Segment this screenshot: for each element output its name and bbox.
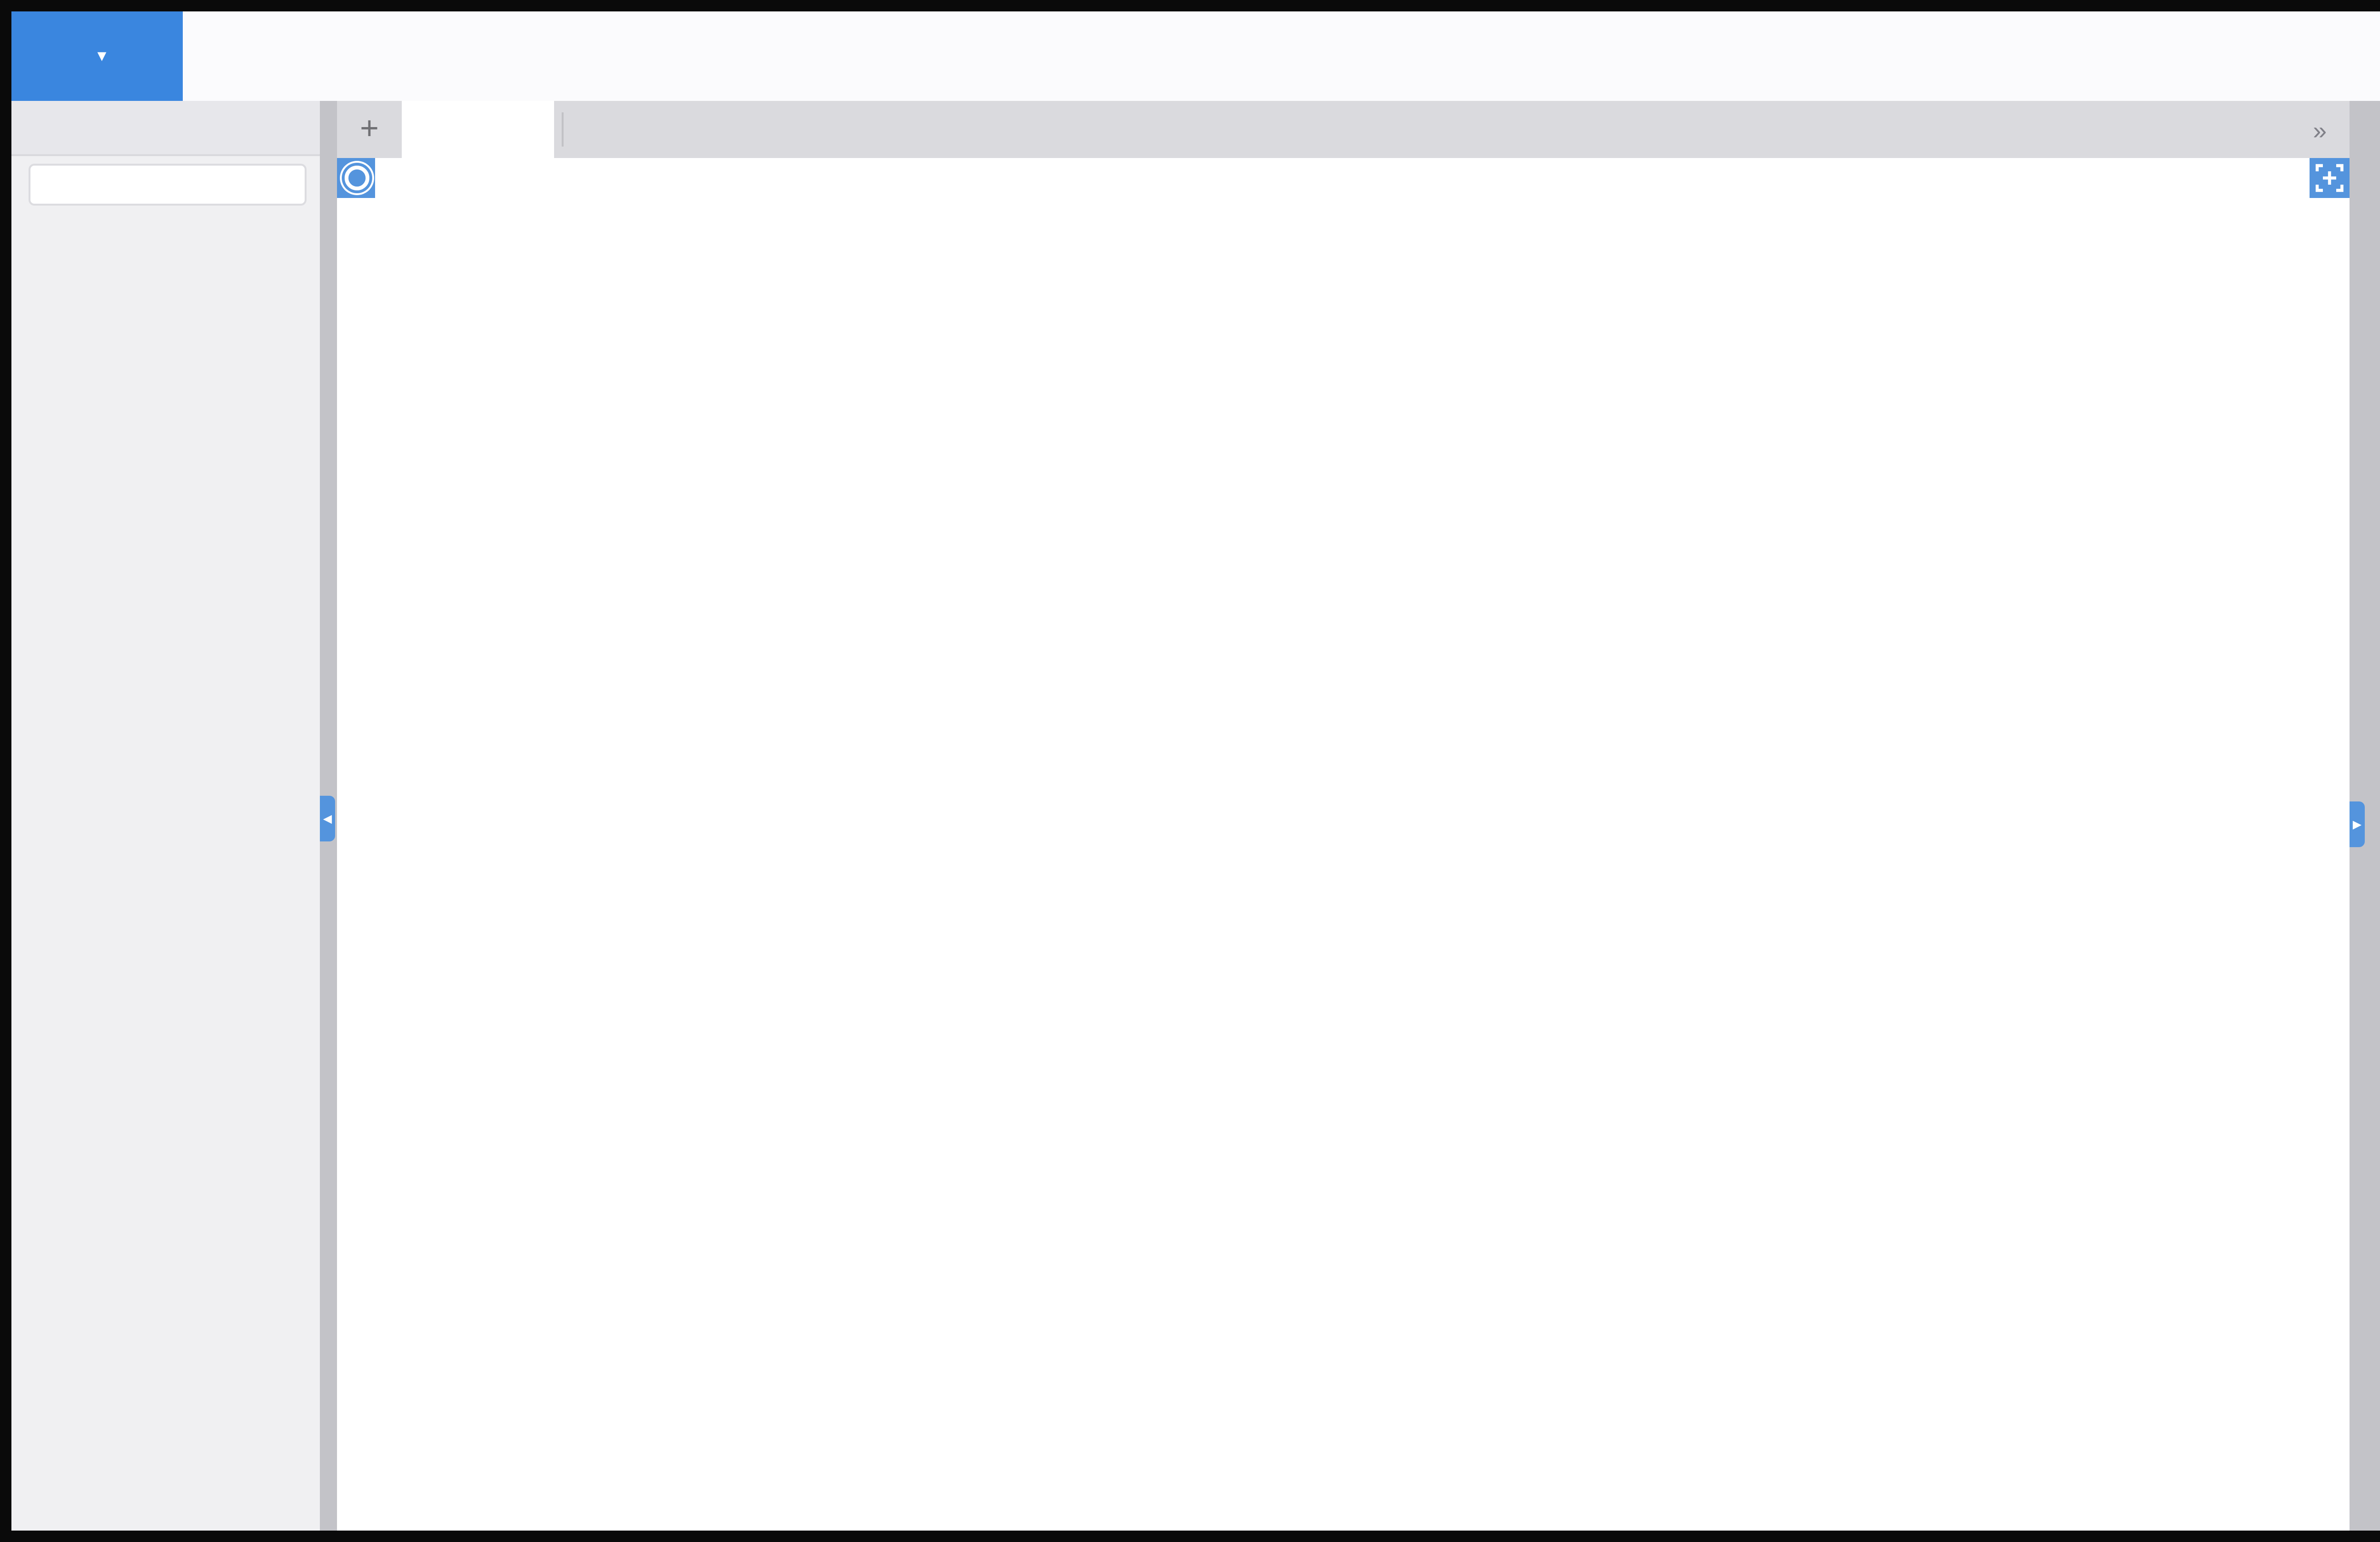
horizontal-ruler <box>375 158 2310 200</box>
fit-view-button[interactable] <box>2310 158 2350 198</box>
ruler-origin-button[interactable] <box>337 158 375 198</box>
expand-tabs-icon[interactable]: » <box>2313 115 2323 144</box>
fit-view-icon <box>2315 164 2344 192</box>
file-menu-button[interactable]: ▼ <box>11 11 183 101</box>
page-tab-active[interactable] <box>402 101 554 158</box>
origin-icon <box>344 166 368 190</box>
chevron-down-icon: ▼ <box>94 48 109 65</box>
add-page-button[interactable]: + <box>337 101 402 158</box>
diagram-editor-window: ▼ ◀ + » <box>0 0 2380 1542</box>
sidebar-collapse-handle[interactable]: ◀ <box>320 796 335 841</box>
main-toolbar: ▼ <box>11 11 2380 103</box>
canvas-area: + » <box>337 101 2350 1531</box>
app-scale-wrapper: ▼ ◀ + » <box>0 0 2380 1542</box>
vertical-ruler <box>337 198 377 1531</box>
sidebar-search-box <box>29 164 307 206</box>
panel-collapse-handle[interactable]: ▶ <box>2350 801 2365 847</box>
sidebar-tabs <box>11 101 320 156</box>
canvas-tab-bar: + » <box>337 101 2350 158</box>
tab-divider <box>562 112 564 147</box>
drawing-surface[interactable] <box>375 198 2350 1531</box>
component-sidebar <box>11 101 320 1531</box>
search-input[interactable] <box>30 173 324 196</box>
